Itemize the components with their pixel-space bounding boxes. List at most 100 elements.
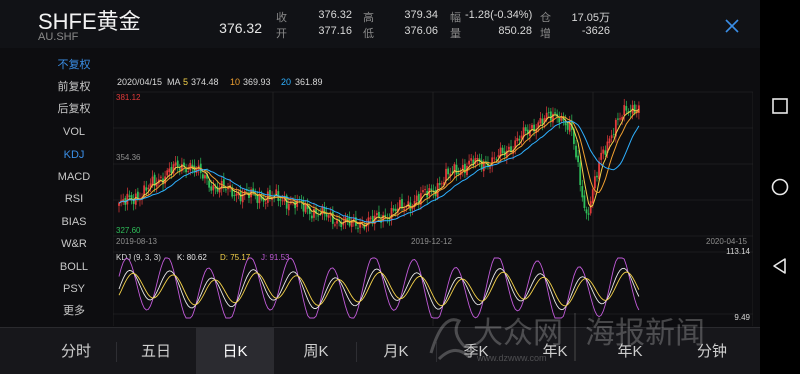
candle-body xyxy=(455,164,458,175)
candle-body xyxy=(128,195,131,197)
tab-more[interactable]: 更多 xyxy=(38,300,110,322)
candle-body xyxy=(327,215,330,218)
candle-body xyxy=(185,168,187,173)
candle-body xyxy=(369,217,372,219)
candle-body xyxy=(208,180,211,188)
candle-body xyxy=(403,208,406,211)
candle-body xyxy=(625,106,628,111)
candle-body xyxy=(593,176,596,189)
candle-body xyxy=(390,207,393,221)
candle-body xyxy=(633,104,636,114)
candle-body xyxy=(310,215,313,219)
candle-body xyxy=(587,213,590,215)
candle-body xyxy=(438,183,441,185)
back-icon[interactable] xyxy=(770,256,790,276)
tab-yearly-k-2[interactable]: 年K xyxy=(595,328,665,374)
candle-body xyxy=(126,193,129,205)
tab-rsi[interactable]: RSI xyxy=(38,188,110,210)
candle-body xyxy=(581,186,584,198)
candle-body xyxy=(524,127,527,131)
tab-bias[interactable]: BIAS xyxy=(38,211,110,233)
kdj-k-value: K: 80.62 xyxy=(177,253,207,262)
tab-boll[interactable]: BOLL xyxy=(38,256,110,278)
candle-body xyxy=(600,152,603,160)
candle-body xyxy=(531,124,533,129)
quote-label-openint: 仓 xyxy=(540,12,551,24)
tab-kdj[interactable]: KDJ xyxy=(38,144,110,166)
candle-body xyxy=(264,202,267,204)
candle-body xyxy=(623,105,626,115)
legend-ma5-key: 5 xyxy=(183,77,188,87)
price-min-label: 327.60 xyxy=(116,226,141,235)
tab-intraday[interactable]: 分时 xyxy=(37,328,115,374)
candle-body xyxy=(375,213,378,216)
quote-label-low: 低 xyxy=(363,28,374,40)
kdj-j-value: J: 91.53 xyxy=(261,253,290,262)
candle-body xyxy=(160,176,162,178)
candle-body xyxy=(424,189,426,191)
candle-body xyxy=(378,211,380,218)
candle-body xyxy=(118,203,120,206)
quote-value-low: 376.06 xyxy=(404,25,438,37)
tab-weekly-k[interactable]: 周K xyxy=(277,328,355,374)
candle-body xyxy=(602,149,605,154)
candle-body xyxy=(445,168,447,181)
candle-body xyxy=(394,208,397,211)
tab-psy[interactable]: PSY xyxy=(38,278,110,300)
candle-body xyxy=(225,189,227,191)
candle-body xyxy=(583,195,586,209)
tab-yearly-k[interactable]: 年K xyxy=(516,328,594,374)
tab-no-adjust[interactable]: 不复权 xyxy=(38,54,110,76)
tab-monthly-k[interactable]: 月K xyxy=(357,328,435,374)
candle-body xyxy=(596,175,598,178)
tab-vol[interactable]: VOL xyxy=(38,121,110,143)
tab-backward-adjust[interactable]: 后复权 xyxy=(38,98,110,120)
candle-body xyxy=(619,118,621,120)
candle-body xyxy=(189,162,192,171)
candle-body xyxy=(516,137,519,142)
kdj-d-value: D: 75.17 xyxy=(220,253,251,262)
candle-body xyxy=(539,118,542,124)
tab-daily-k[interactable]: 日K xyxy=(196,328,274,374)
quote-label-high: 高 xyxy=(363,12,374,24)
instrument-code: AU.SHF xyxy=(38,31,79,43)
candle-body xyxy=(612,134,615,135)
candle-body xyxy=(497,155,500,158)
legend-date: 2020/04/15 xyxy=(117,77,162,87)
candle-body xyxy=(457,172,460,174)
candle-body xyxy=(493,157,496,159)
candle-body xyxy=(549,111,552,121)
tab-wr[interactable]: W&R xyxy=(38,233,110,255)
price-mid-label: 354.36 xyxy=(116,153,141,162)
candle-body xyxy=(585,209,588,214)
tab-quarterly-k[interactable]: 季K xyxy=(437,328,515,374)
candle-body xyxy=(591,189,594,204)
legend-ma5-value: 374.48 xyxy=(191,77,219,87)
legend-ma10-value: 369.93 xyxy=(243,77,271,87)
indicator-sidebar: 不复权 前复权 后复权 VOL KDJ MACD RSI BIAS W&R BO… xyxy=(38,53,110,323)
candle-body xyxy=(541,118,544,125)
candle-body xyxy=(468,160,470,165)
quote-header: SHFE黄金 AU.SHF 376.32 收 376.32 高 379.34 幅… xyxy=(0,0,760,48)
candle-body xyxy=(357,227,359,229)
last-price: 376.32 xyxy=(219,20,262,36)
legend-ma-label: MA xyxy=(167,77,181,87)
tab-five-day[interactable]: 五日 xyxy=(117,328,195,374)
quote-label-open: 开 xyxy=(276,28,287,40)
close-icon[interactable] xyxy=(723,17,741,35)
tab-minute[interactable]: 分钟 xyxy=(672,328,752,374)
candle-body xyxy=(518,138,521,141)
candle-body xyxy=(604,150,607,155)
candle-body xyxy=(313,209,315,218)
kline-chart[interactable]: 2020/04/15 MA 5 374.48 10 369.93 20 361.… xyxy=(113,68,753,326)
candle-body xyxy=(334,224,336,226)
tab-forward-adjust[interactable]: 前复权 xyxy=(38,76,110,98)
candle-body xyxy=(281,200,284,202)
recent-apps-icon[interactable] xyxy=(770,96,790,116)
candle-body xyxy=(489,167,491,169)
candle-body xyxy=(495,158,498,160)
legend-ma20-value: 361.89 xyxy=(295,77,323,87)
candle-body xyxy=(440,183,443,185)
home-icon[interactable] xyxy=(770,177,790,197)
tab-macd[interactable]: MACD xyxy=(38,166,110,188)
